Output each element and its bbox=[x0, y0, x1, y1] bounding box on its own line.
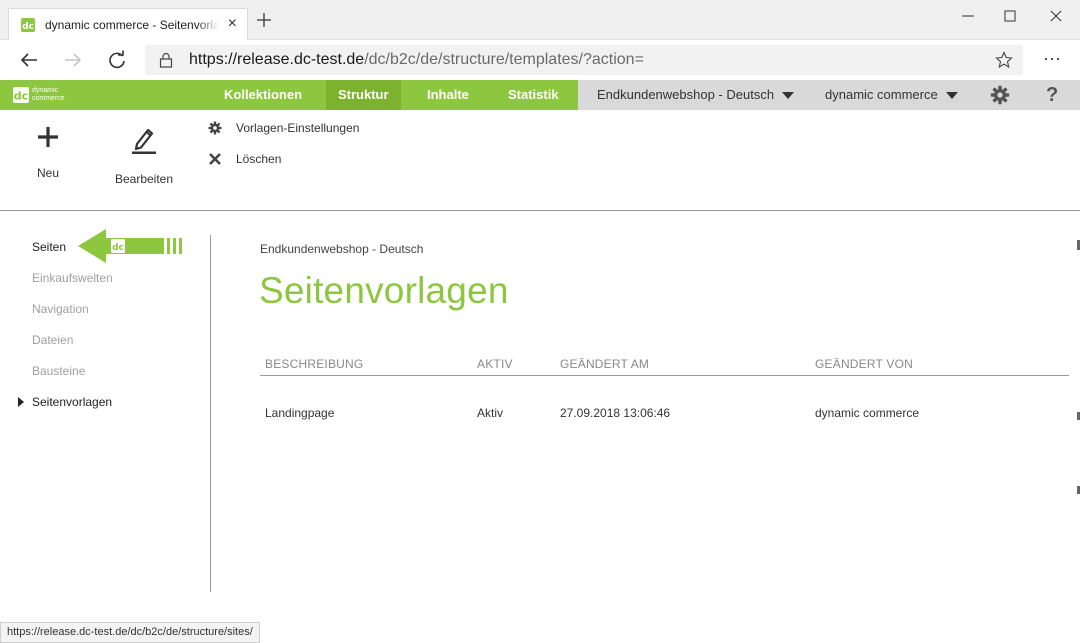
table-row[interactable]: Landingpage Aktiv 27.09.2018 13:06:46 dy… bbox=[260, 405, 1069, 425]
dynamic-commerce-logo[interactable]: dc dynamic commerce bbox=[12, 86, 82, 104]
tab-close-icon[interactable]: × bbox=[228, 16, 237, 32]
pencil-icon bbox=[132, 128, 156, 154]
status-bar-url: https://release.dc-test.de/dc/b2c/de/str… bbox=[0, 622, 260, 643]
nav-statistik[interactable]: Statistik bbox=[496, 80, 571, 110]
address-bar: https://release.dc-test.de/dc/b2c/de/str… bbox=[0, 40, 1080, 80]
delete-label: Löschen bbox=[236, 152, 282, 166]
logo-mark-icon: dc bbox=[13, 87, 29, 103]
new-button[interactable]: Neu bbox=[8, 126, 88, 196]
nav-kollektionen[interactable]: Kollektionen bbox=[212, 80, 314, 110]
url-host: https://release.dc-test.de bbox=[189, 51, 365, 68]
caret-right-icon bbox=[18, 397, 24, 407]
cell-changed-by: dynamic commerce bbox=[815, 406, 920, 420]
sidebar-item-bausteine[interactable]: Bausteine bbox=[32, 364, 85, 378]
cell-changed-at: 27.09.2018 13:06:46 bbox=[560, 406, 671, 420]
logo-text-line2: commerce bbox=[32, 95, 65, 102]
url-field[interactable]: https://release.dc-test.de/dc/b2c/de/str… bbox=[145, 45, 1023, 75]
chevron-down-icon bbox=[945, 92, 958, 100]
page-title: Seitenvorlagen bbox=[259, 270, 509, 311]
edit-button[interactable]: Bearbeiten bbox=[104, 126, 184, 196]
logo-text-line1: dynamic bbox=[32, 87, 59, 94]
edit-button-label: Bearbeiten bbox=[114, 172, 174, 186]
window-close-icon[interactable] bbox=[1046, 6, 1066, 26]
header-main-area: dc dynamic commerce Kollektionen Struktu… bbox=[0, 80, 578, 110]
company-select[interactable]: dynamic commerce bbox=[825, 80, 958, 110]
sidebar-item-einkaufswelten[interactable]: Einkaufswelten bbox=[32, 271, 113, 285]
minimize-icon[interactable] bbox=[958, 6, 978, 26]
column-header-changed-by[interactable]: GEÄNDERT VON bbox=[815, 357, 913, 371]
sidebar-item-seitenvorlagen[interactable]: Seitenvorlagen bbox=[32, 395, 112, 409]
back-icon[interactable] bbox=[19, 50, 39, 70]
template-settings-label: Vorlagen-Einstellungen bbox=[236, 121, 360, 135]
gear-icon bbox=[208, 121, 222, 135]
chevron-down-icon bbox=[782, 92, 795, 100]
nav-struktur[interactable]: Struktur bbox=[326, 80, 401, 110]
sidebar-divider bbox=[210, 235, 211, 592]
url-path: /dc/b2c/de/structure/templates/?action= bbox=[364, 51, 644, 68]
pointer-arrow-icon: dc bbox=[78, 229, 182, 263]
settings-gear-icon[interactable] bbox=[990, 85, 1010, 105]
plus-icon bbox=[38, 127, 58, 147]
svg-text:dc: dc bbox=[14, 90, 28, 103]
lock-icon bbox=[159, 52, 173, 68]
company-select-value: dynamic commerce bbox=[825, 87, 938, 102]
table-header: BESCHREIBUNG AKTIV GEÄNDERT AM GEÄNDERT … bbox=[260, 356, 1069, 376]
column-header-changed-at[interactable]: GEÄNDERT AM bbox=[560, 357, 649, 371]
shop-select[interactable]: Endkundenwebshop - Deutsch bbox=[597, 80, 795, 110]
breadcrumb: Endkundenwebshop - Deutsch bbox=[260, 242, 424, 256]
sidebar-item-dateien[interactable]: Dateien bbox=[32, 333, 73, 347]
dc-favicon-icon: dc bbox=[21, 18, 35, 32]
cell-description: Landingpage bbox=[265, 406, 335, 420]
maximize-icon[interactable] bbox=[1000, 6, 1020, 26]
column-header-active[interactable]: AKTIV bbox=[477, 357, 513, 371]
sidebar-item-seiten[interactable]: Seiten bbox=[32, 240, 66, 254]
help-icon[interactable]: ? bbox=[1046, 80, 1058, 110]
url-text: https://release.dc-test.de/dc/b2c/de/str… bbox=[189, 51, 644, 69]
svg-text:dc: dc bbox=[22, 22, 34, 32]
forward-icon[interactable] bbox=[63, 50, 83, 70]
sidebar-item-navigation[interactable]: Navigation bbox=[32, 302, 89, 316]
cell-active: Aktiv bbox=[477, 406, 504, 420]
close-x-icon bbox=[209, 153, 221, 165]
new-button-label: Neu bbox=[36, 166, 59, 180]
logo-text: dynamic commerce bbox=[32, 87, 65, 103]
nav-inhalte[interactable]: Inhalte bbox=[415, 80, 481, 110]
new-tab-icon[interactable] bbox=[256, 12, 272, 28]
shop-select-value: Endkundenwebshop - Deutsch bbox=[597, 87, 775, 102]
favorite-star-icon[interactable] bbox=[995, 51, 1013, 69]
reload-icon[interactable] bbox=[107, 50, 127, 70]
browser-tab-bar: dc dynamic commerce - Seitenvorlagen × bbox=[0, 0, 1080, 40]
action-toolbar: Neu Bearbeiten Vorlagen-Einstellungen Lö… bbox=[0, 110, 1080, 211]
column-header-description[interactable]: BESCHREIBUNG bbox=[265, 357, 363, 371]
sidebar: Seiten dc Einkaufswelten Navigation Date… bbox=[0, 211, 210, 621]
more-menu-icon[interactable]: ··· bbox=[1040, 48, 1064, 72]
app-header: dc dynamic commerce Kollektionen Struktu… bbox=[0, 80, 1080, 110]
svg-text:dc: dc bbox=[112, 243, 124, 253]
browser-tab[interactable]: dc dynamic commerce - Seitenvorlagen × bbox=[8, 8, 248, 40]
tab-title: dynamic commerce - Seitenvorlagen bbox=[45, 18, 219, 32]
